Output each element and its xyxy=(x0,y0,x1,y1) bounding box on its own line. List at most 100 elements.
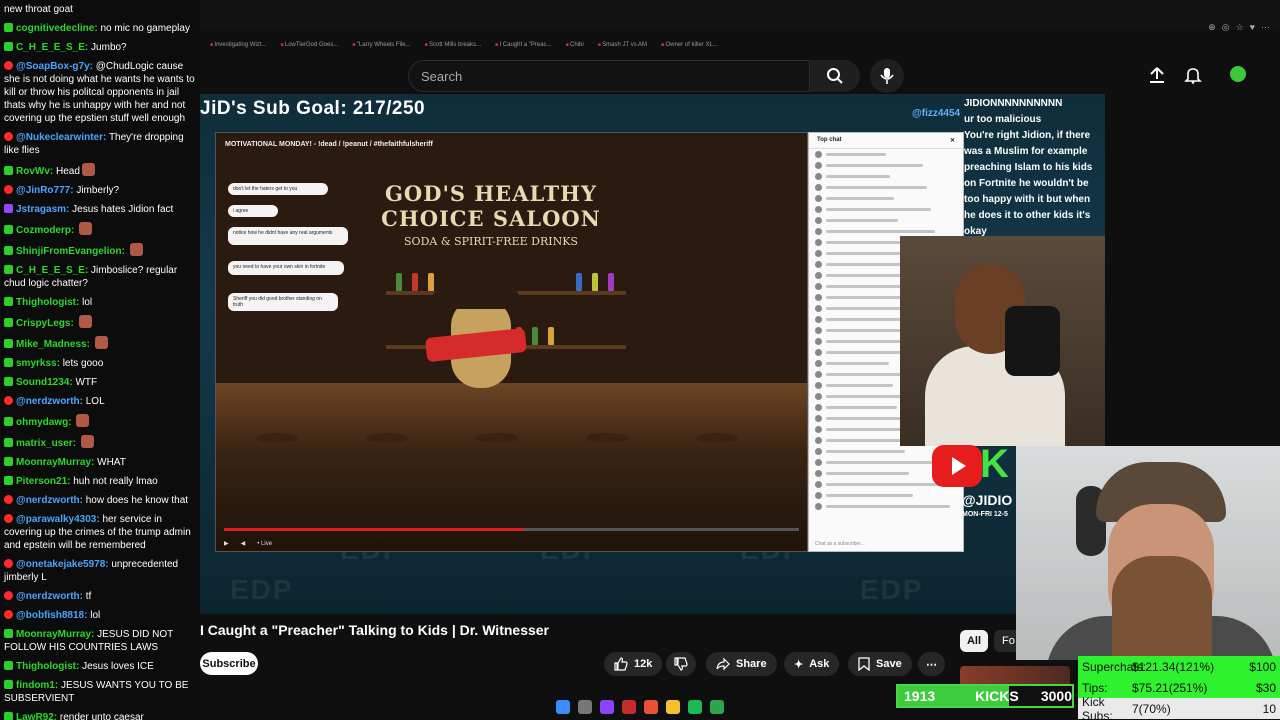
embedded-chat-avatar xyxy=(815,151,822,158)
chat-text: WTF xyxy=(75,377,98,388)
dislike-button[interactable] xyxy=(666,652,696,676)
chat-username[interactable]: RovWv: xyxy=(16,166,53,177)
chat-username[interactable]: C_H_E_E_S_E: xyxy=(16,42,88,53)
chat-username[interactable]: findom1: xyxy=(16,680,58,691)
chat-username[interactable]: @Nukeclearwinter: xyxy=(16,132,106,143)
chat-username[interactable]: Cozmoderp: xyxy=(16,225,74,236)
embedded-chat-row xyxy=(809,182,963,193)
more-actions-button[interactable]: ⋯ xyxy=(918,652,945,676)
app-icon[interactable] xyxy=(600,700,614,714)
windows-start-icon[interactable] xyxy=(556,700,570,714)
embedded-chat-avatar xyxy=(815,338,822,345)
chat-username[interactable]: ShinjiFromEvangelion: xyxy=(16,246,125,257)
notifications-bell-icon[interactable] xyxy=(1184,66,1202,84)
emote-icon xyxy=(79,222,93,235)
search-taskbar-icon[interactable] xyxy=(578,700,592,714)
chat-username[interactable]: MoonrayMurray: xyxy=(16,457,94,468)
chat-username[interactable]: C_H_E_E_S_E: xyxy=(16,265,88,276)
chat-username[interactable]: @onetakejake5978: xyxy=(16,559,109,570)
xbox-icon[interactable] xyxy=(710,700,724,714)
embedded-chat-avatar xyxy=(815,250,822,257)
bookmark-item[interactable]: Scott Mills breaks... xyxy=(425,42,481,48)
bottle xyxy=(412,273,418,291)
chat-username[interactable]: Sound1234: xyxy=(16,377,73,388)
upload-icon[interactable] xyxy=(1148,66,1166,84)
bookmark-item[interactable]: Owner of killer XL... xyxy=(661,42,717,48)
yt-badge-icon xyxy=(4,591,13,600)
account-avatar[interactable] xyxy=(1230,66,1246,82)
chat-username[interactable]: MoonrayMurray: xyxy=(16,629,94,640)
bottle xyxy=(592,273,598,291)
embedded-chat-text xyxy=(826,197,894,200)
chat-username[interactable]: LawR92: xyxy=(16,712,57,720)
like-button[interactable]: 12k xyxy=(604,652,663,676)
kick-badge-icon xyxy=(4,23,13,32)
chip-all[interactable]: All xyxy=(960,630,988,652)
saloon-sign: GOD'S HEALTHY CHOICE SALOON SODA & SPIRI… xyxy=(336,181,646,248)
yt-badge-icon xyxy=(4,132,13,141)
chat-message: C_H_E_E_S_E: Jimboslice? regular chud lo… xyxy=(4,261,196,293)
chat-username[interactable]: @nerdzworth: xyxy=(16,495,83,506)
extension-icon[interactable]: ◎ xyxy=(1222,22,1230,33)
share-label: Share xyxy=(736,658,767,670)
chat-username[interactable]: @parawalky4303: xyxy=(16,514,100,525)
tips-target: $30 xyxy=(1255,680,1276,695)
search-button[interactable] xyxy=(810,60,860,92)
share-button[interactable]: Share xyxy=(706,652,777,676)
kick-subs-label: Kick Subs: xyxy=(1082,694,1113,720)
kick-badge-icon xyxy=(4,661,13,670)
bookmark-item[interactable]: Investigating Wizt... xyxy=(210,42,266,48)
chat-username[interactable]: smyrkss: xyxy=(16,358,60,369)
chat-username[interactable]: Thighologist: xyxy=(16,661,79,672)
folder-icon[interactable] xyxy=(666,700,680,714)
embedded-chat-row xyxy=(809,501,963,512)
spotify-icon[interactable] xyxy=(688,700,702,714)
chat-username[interactable]: @nerdzworth: xyxy=(16,591,83,602)
chat-username[interactable]: matrix_user: xyxy=(16,438,76,449)
chat-username[interactable]: @SoapBox-g7y: xyxy=(16,61,93,72)
superchats-target: $100 xyxy=(1249,659,1276,674)
kick-badge-icon xyxy=(4,166,13,175)
embedded-chat-text xyxy=(826,450,905,453)
embedded-chat-avatar xyxy=(815,294,822,301)
search-input[interactable]: Search xyxy=(408,60,810,92)
embedded-controls: ▶ ◀ • Live xyxy=(224,540,272,548)
embedded-chat-text xyxy=(826,472,909,475)
superchats-value: $121.34(121%) xyxy=(1132,659,1215,674)
bookmark-item[interactable]: Smash JT vs AM xyxy=(598,42,647,48)
menu-icon[interactable]: ⋯ xyxy=(1261,22,1270,33)
app-icon[interactable] xyxy=(622,700,636,714)
embedded-chat-text xyxy=(826,186,927,189)
chat-username[interactable]: Thighologist: xyxy=(16,297,79,308)
chat-text: huh not really lmao xyxy=(73,476,158,487)
save-button[interactable]: Save xyxy=(848,652,912,676)
bookmark-item[interactable]: Chibi xyxy=(566,42,584,48)
chat-username[interactable]: Mike_Madness: xyxy=(16,339,90,350)
bookmark-item[interactable]: LowTierGod Goes... xyxy=(280,42,338,48)
embedded-chat-text xyxy=(826,230,935,233)
chat-username[interactable]: Jstragasm: xyxy=(16,204,69,215)
browser-icon[interactable] xyxy=(644,700,658,714)
tw-badge-icon xyxy=(4,204,13,213)
chat-username[interactable]: Piterson21: xyxy=(16,476,70,487)
chat-username[interactable]: @nerdzworth: xyxy=(16,396,83,407)
ask-button[interactable]: ✦ Ask xyxy=(784,652,840,676)
bookmark-item[interactable]: I Caught a "Preac... xyxy=(495,42,551,48)
chip-fo[interactable]: Fo xyxy=(994,630,1018,652)
star-icon[interactable]: ☆ xyxy=(1236,22,1244,33)
chat-username[interactable]: CrispyLegs: xyxy=(16,318,74,329)
zoom-icon[interactable]: ⊕ xyxy=(1208,22,1216,33)
chat-username[interactable]: cognitivedecline: xyxy=(16,23,98,34)
chat-username[interactable]: @JinRo777: xyxy=(16,185,74,196)
subscribe-button[interactable]: Subscribe xyxy=(200,652,258,675)
kick-subs-row: Kick Subs: 7(70%) 10 xyxy=(1078,694,1280,720)
bookmark-icon xyxy=(858,657,870,671)
chat-bubble: Sheriff you did good brother standing on… xyxy=(228,293,338,311)
voice-search-button[interactable] xyxy=(870,59,904,93)
chat-bubble: you need to have your own skin in fortni… xyxy=(228,261,344,275)
bookmark-item[interactable]: "Larry Wheels File... xyxy=(352,42,411,48)
heart-icon[interactable]: ♥ xyxy=(1250,22,1255,33)
chat-username[interactable]: @bobfish8818: xyxy=(16,610,87,621)
chat-username[interactable]: ohmydawg: xyxy=(16,417,72,428)
video-player[interactable]: EDP EDP EDP EDP EDP JiD's Sub Goal: 217/… xyxy=(200,94,1105,614)
